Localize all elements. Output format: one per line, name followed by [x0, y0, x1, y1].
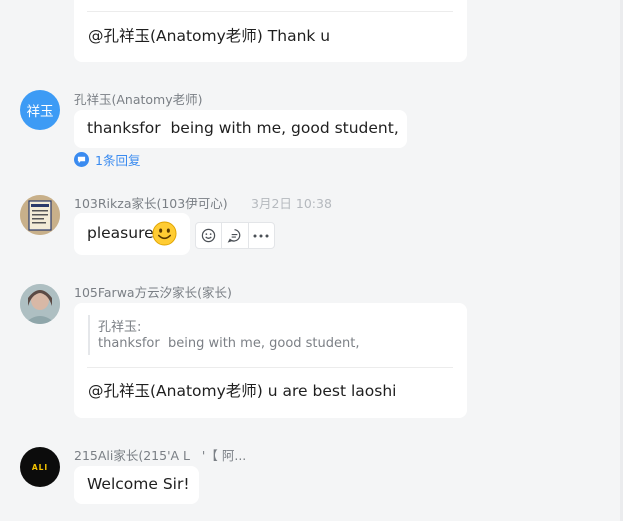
message-bubble[interactable]: thanksfor being with me, good student,	[74, 110, 407, 148]
message-text: pleasure	[87, 224, 154, 242]
avatar-photo	[20, 284, 60, 324]
chat-bubble-icon	[74, 152, 89, 167]
avatar[interactable]: 祥玉	[20, 90, 60, 130]
sender-name[interactable]: 215Ali家长(215'A L '【 阿...	[74, 445, 246, 464]
reply-count-link[interactable]: 1条回复	[74, 150, 140, 169]
message-bubble[interactable]: 孔祥玉: thanksfor being with me, good stude…	[74, 303, 467, 418]
sender-name[interactable]: 103Rikza家长(103伊可心)	[74, 193, 228, 212]
avatar[interactable]: ALI	[20, 447, 60, 487]
avatar-photo	[20, 195, 60, 235]
smiley-emoji-icon	[152, 221, 177, 246]
message-timestamp: 3月2日 10:38	[251, 196, 332, 211]
avatar-text: 祥玉	[26, 104, 54, 120]
emoji-reaction-button[interactable]	[196, 223, 223, 248]
message-bubble[interactable]: Welcome Sir!	[74, 466, 199, 504]
ellipsis-icon	[253, 234, 269, 237]
sender-name[interactable]: 105Farwa方云汐家长(家长)	[74, 282, 232, 301]
message-text: thanksfor being with me, good student,	[87, 119, 399, 137]
quote-divider	[87, 367, 453, 368]
smile-icon	[201, 228, 216, 243]
message-text: Welcome Sir!	[87, 475, 190, 493]
quoted-text: thanksfor being with me, good student,	[98, 336, 360, 351]
message-bubble[interactable]: pleasure	[74, 213, 190, 255]
avatar-logo: ALI	[31, 462, 49, 472]
more-options-button[interactable]	[249, 223, 274, 248]
message-bubble[interactable]: @孔祥玉(Anatomy老师) Thank u	[74, 0, 467, 62]
reply-count-label: 1条回复	[95, 153, 141, 168]
quote-bar	[88, 315, 90, 355]
quoted-sender: 孔祥玉:	[98, 320, 142, 335]
message-text: @孔祥玉(Anatomy老师) Thank u	[88, 27, 331, 45]
quote-divider	[87, 11, 453, 12]
reply-bubble-icon	[228, 229, 241, 243]
message-text: @孔祥玉(Anatomy老师) u are best laoshi	[88, 382, 397, 400]
reply-button[interactable]	[222, 223, 249, 248]
avatar[interactable]	[20, 195, 60, 235]
message-action-bar	[195, 222, 275, 249]
avatar[interactable]	[20, 284, 60, 324]
sender-name[interactable]: 孔祥玉(Anatomy老师)	[74, 89, 203, 108]
